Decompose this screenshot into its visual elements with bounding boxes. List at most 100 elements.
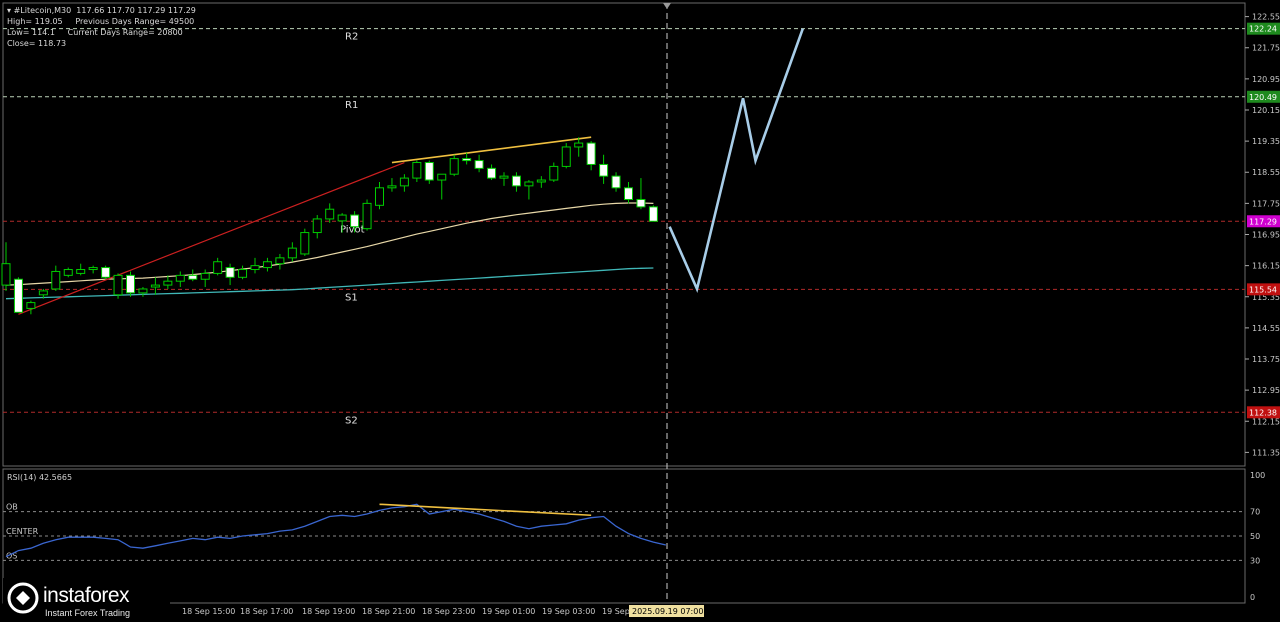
level-price-badge-text: 120.49 bbox=[1249, 93, 1277, 102]
candle-body bbox=[250, 265, 260, 271]
instaforex-logo: instaforex Instant Forex Trading bbox=[3, 578, 170, 620]
time-marker-icon bbox=[663, 3, 671, 9]
price-tick-label: 121.75 bbox=[1252, 44, 1280, 53]
level-label-r2: R2 bbox=[345, 32, 358, 43]
low-label: Low= 114.1 bbox=[7, 28, 55, 37]
level-label-s2: S2 bbox=[345, 415, 358, 426]
time-tick-label: 18 Sep 23:00 bbox=[422, 607, 475, 616]
candle-body bbox=[163, 280, 173, 286]
level-label-s1: S1 bbox=[345, 292, 358, 303]
price-tick-label: 111.35 bbox=[1252, 448, 1280, 457]
close-label: Close= 118.73 bbox=[7, 39, 67, 48]
candle-body bbox=[624, 187, 633, 200]
price-tick-label: 112.15 bbox=[1252, 417, 1280, 426]
candle-body bbox=[325, 208, 335, 220]
time-tick-label: 18 Sep 15:00 bbox=[182, 607, 235, 616]
level-label-r1: R1 bbox=[345, 100, 358, 111]
candle-body bbox=[101, 267, 111, 278]
rsi-title: RSI(14) 42.5665 bbox=[7, 473, 72, 482]
candle-body bbox=[38, 290, 48, 296]
price-tick-label: 120.95 bbox=[1252, 75, 1280, 84]
level-price-badge-text: 115.54 bbox=[1249, 285, 1277, 294]
price-tick-label: 116.95 bbox=[1252, 231, 1280, 240]
candle-body bbox=[200, 272, 210, 280]
candle-body bbox=[375, 187, 384, 206]
time-tick-label: 19 Sep 03:00 bbox=[542, 607, 595, 616]
time-tick-label: 19 Sep 01:00 bbox=[482, 607, 535, 616]
time-tick-label: 19 Sep bbox=[602, 607, 630, 616]
price-tick-label: 119.35 bbox=[1252, 137, 1280, 146]
candle-body bbox=[648, 206, 658, 222]
price-tick-label: 114.55 bbox=[1252, 324, 1280, 333]
candle-body bbox=[150, 284, 160, 288]
candle-body bbox=[437, 173, 447, 181]
candle-body bbox=[524, 181, 534, 187]
candle-body bbox=[599, 163, 609, 177]
chart-canvas[interactable]: 122.55 121.75 120.95 120.15 119.35 118.55 117.… bbox=[0, 0, 1280, 622]
candle-body bbox=[424, 162, 434, 181]
candle-body bbox=[175, 274, 185, 282]
candle-body bbox=[76, 269, 86, 274]
candle-body bbox=[26, 302, 36, 309]
price-tick-label: 118.55 bbox=[1252, 168, 1280, 177]
rsi-tick-label: 100 bbox=[1250, 471, 1265, 480]
candle-body bbox=[474, 160, 484, 169]
forecast-path bbox=[668, 28, 805, 294]
candle-body bbox=[561, 146, 571, 167]
candle-body bbox=[487, 167, 497, 179]
rsi-line bbox=[5, 503, 666, 558]
candle-body bbox=[536, 179, 546, 183]
candle-body bbox=[412, 162, 422, 179]
candle-body bbox=[449, 158, 459, 175]
candle-body bbox=[51, 270, 61, 290]
symbol-line: ▾ #Litecoin,M30 117.66 117.70 117.29 117… bbox=[7, 6, 196, 15]
logo-icon bbox=[7, 582, 39, 614]
candle-body bbox=[1, 263, 11, 286]
curr-range-label: Current Days Range= 20800 bbox=[67, 28, 183, 37]
rsi-tick-label: 30 bbox=[1250, 556, 1260, 565]
candle-body bbox=[312, 218, 322, 234]
candle-body bbox=[287, 247, 297, 259]
candle-body bbox=[225, 267, 235, 278]
price-divergence-line bbox=[391, 136, 592, 164]
candle-body bbox=[574, 142, 584, 148]
close-line: Close= 118.73 bbox=[7, 39, 66, 49]
candle-body bbox=[387, 185, 397, 189]
prev-range-label: Previous Days Range= 49500 bbox=[75, 17, 195, 26]
candle-body bbox=[511, 175, 521, 187]
price-tick-label: 120.15 bbox=[1252, 106, 1280, 115]
candle-body bbox=[113, 274, 123, 296]
price-tick-label: 112.95 bbox=[1252, 386, 1280, 395]
candle-body bbox=[499, 175, 509, 179]
candle-body bbox=[275, 257, 285, 265]
rsi-level-label: OB bbox=[6, 503, 18, 512]
rsi-tick-label: 50 bbox=[1250, 532, 1260, 541]
candle-body bbox=[611, 175, 621, 189]
candle-body bbox=[350, 214, 360, 228]
rsi-tick-label: 0 bbox=[1250, 593, 1255, 602]
time-tick-label: 18 Sep 21:00 bbox=[362, 607, 415, 616]
candle-body bbox=[13, 278, 23, 313]
logo-brand: instaforex bbox=[43, 584, 130, 607]
price-tick-label: 116.15 bbox=[1252, 262, 1280, 271]
rsi-level-label: CENTER bbox=[6, 527, 39, 536]
candle-body bbox=[188, 274, 198, 280]
main-panel-frame bbox=[2, 2, 1246, 467]
candle-body bbox=[586, 142, 596, 165]
high-range-line: High= 119.05 Previous Days Range= 49500 bbox=[7, 17, 194, 27]
rsi-tick-label: 70 bbox=[1250, 508, 1260, 517]
price-tick-label: 113.75 bbox=[1252, 355, 1280, 364]
time-tick-label: 18 Sep 19:00 bbox=[302, 607, 355, 616]
low-range-line: Low= 114.1 Current Days Range= 20800 bbox=[7, 28, 183, 38]
candle-body bbox=[462, 158, 472, 162]
current-time-badge-text: 2025.09.19 07:00 bbox=[632, 607, 703, 616]
candle-body bbox=[238, 269, 248, 278]
time-tick-label: 18 Sep 17:00 bbox=[240, 607, 293, 616]
candle-body bbox=[300, 232, 310, 255]
price-tick-label: 122.55 bbox=[1252, 13, 1280, 22]
level-price-badge-text: 122.24 bbox=[1249, 25, 1277, 34]
rsi-divergence-line bbox=[379, 503, 592, 517]
candle-body bbox=[213, 261, 223, 274]
high-label: High= 119.05 bbox=[7, 17, 63, 26]
price-tick-label: 117.75 bbox=[1252, 199, 1280, 208]
